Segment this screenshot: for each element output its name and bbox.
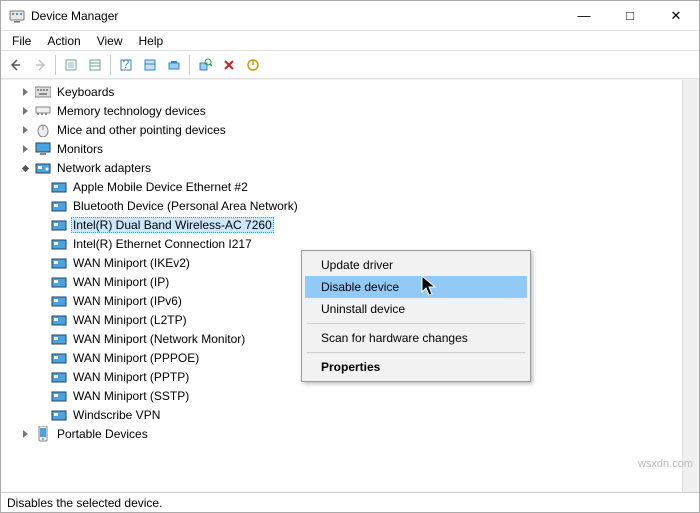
chevron-right-icon[interactable] <box>17 103 33 119</box>
tree-item-network[interactable]: Windscribe VPN <box>1 405 699 424</box>
tree-item-network[interactable]: WAN Miniport (SSTP) <box>1 386 699 405</box>
ctx-update-driver[interactable]: Update driver <box>305 254 527 276</box>
uninstall-button[interactable] <box>218 54 240 76</box>
scan-hardware-button[interactable] <box>194 54 216 76</box>
statusbar: Disables the selected device. <box>1 492 699 512</box>
monitor-icon <box>35 141 51 157</box>
tree-label: WAN Miniport (PPPOE) <box>71 350 201 366</box>
network-adapter-icon <box>35 160 51 176</box>
update-driver-button[interactable] <box>163 54 185 76</box>
network-adapter-icon <box>51 407 67 423</box>
scrollbar[interactable] <box>682 80 699 492</box>
network-adapter-icon <box>51 179 67 195</box>
tree-label: Windscribe VPN <box>71 407 162 423</box>
tree-category-memory[interactable]: Memory technology devices <box>1 101 699 120</box>
close-button[interactable]: ✕ <box>653 1 699 31</box>
tree-label: WAN Miniport (IPv6) <box>71 293 184 309</box>
show-hidden-button[interactable] <box>60 54 82 76</box>
tree-label: Apple Mobile Device Ethernet #2 <box>71 179 250 195</box>
chevron-right-icon[interactable] <box>17 122 33 138</box>
network-adapter-icon <box>51 217 67 233</box>
keyboard-icon <box>35 84 51 100</box>
ctx-properties[interactable]: Properties <box>305 356 527 378</box>
tree-category-monitors[interactable]: Monitors <box>1 139 699 158</box>
tree-label: Mice and other pointing devices <box>55 122 228 138</box>
status-text: Disables the selected device. <box>7 496 162 510</box>
tree-category-keyboards[interactable]: Keyboards <box>1 82 699 101</box>
device-tree[interactable]: Keyboards Memory technology devices Mice… <box>1 79 699 492</box>
titlebar[interactable]: Device Manager — □ ✕ <box>1 1 699 31</box>
ctx-uninstall-device[interactable]: Uninstall device <box>305 298 527 320</box>
tree-label: WAN Miniport (Network Monitor) <box>71 331 247 347</box>
network-adapter-icon <box>51 369 67 385</box>
memory-icon <box>35 103 51 119</box>
ctx-scan-hardware[interactable]: Scan for hardware changes <box>305 327 527 349</box>
maximize-button[interactable]: □ <box>607 1 653 31</box>
context-menu: Update driver Disable device Uninstall d… <box>301 250 531 382</box>
svg-text:?: ? <box>123 58 130 71</box>
menubar: File Action View Help <box>1 31 699 51</box>
tree-item-network[interactable]: Apple Mobile Device Ethernet #2 <box>1 177 699 196</box>
tree-label: WAN Miniport (IP) <box>71 274 171 290</box>
tree-label: Keyboards <box>55 84 116 100</box>
network-adapter-icon <box>51 388 67 404</box>
tree-label: Monitors <box>55 141 105 157</box>
network-adapter-icon <box>51 274 67 290</box>
view-button[interactable] <box>84 54 106 76</box>
window-title: Device Manager <box>31 9 561 23</box>
tree-category-network[interactable]: Network adapters <box>1 158 699 177</box>
tree-label: Intel(R) Ethernet Connection I217 <box>71 236 254 252</box>
toolbar: ? <box>1 51 699 79</box>
back-button[interactable] <box>5 54 27 76</box>
forward-button[interactable] <box>29 54 51 76</box>
mouse-icon <box>35 122 51 138</box>
network-adapter-icon <box>51 236 67 252</box>
menu-file[interactable]: File <box>5 33 38 49</box>
device-manager-window: Device Manager — □ ✕ File Action View He… <box>0 0 700 513</box>
tree-label: Portable Devices <box>55 426 150 442</box>
tree-label: Bluetooth Device (Personal Area Network) <box>71 198 300 214</box>
chevron-right-icon[interactable] <box>17 141 33 157</box>
help-button[interactable]: ? <box>115 54 137 76</box>
tree-item-network[interactable]: Bluetooth Device (Personal Area Network) <box>1 196 699 215</box>
ctx-disable-device[interactable]: Disable device <box>305 276 527 298</box>
chevron-right-icon[interactable] <box>17 426 33 442</box>
network-adapter-icon <box>51 198 67 214</box>
network-adapter-icon <box>51 255 67 271</box>
chevron-right-icon[interactable] <box>17 84 33 100</box>
network-adapter-icon <box>51 293 67 309</box>
tree-label: WAN Miniport (PPTP) <box>71 369 191 385</box>
menu-view[interactable]: View <box>90 33 130 49</box>
watermark: wsxdn.com <box>638 458 693 470</box>
tree-label: WAN Miniport (IKEv2) <box>71 255 192 271</box>
network-adapter-icon <box>51 331 67 347</box>
tree-label: Network adapters <box>55 160 153 176</box>
tree-label: WAN Miniport (L2TP) <box>71 312 189 328</box>
ctx-separator <box>307 352 525 353</box>
tree-label: Memory technology devices <box>55 103 208 119</box>
properties-button[interactable] <box>139 54 161 76</box>
disable-button[interactable] <box>242 54 264 76</box>
tree-category-mice[interactable]: Mice and other pointing devices <box>1 120 699 139</box>
portable-device-icon <box>35 426 51 442</box>
tree-category-portable[interactable]: Portable Devices <box>1 424 699 443</box>
tree-item-network-selected[interactable]: Intel(R) Dual Band Wireless-AC 7260 <box>1 215 699 234</box>
chevron-down-icon[interactable] <box>17 160 33 176</box>
tree-label: Intel(R) Dual Band Wireless-AC 7260 <box>71 217 274 233</box>
network-adapter-icon <box>51 312 67 328</box>
network-adapter-icon <box>51 350 67 366</box>
minimize-button[interactable]: — <box>561 1 607 31</box>
ctx-separator <box>307 323 525 324</box>
device-manager-icon <box>9 8 25 24</box>
menu-help[interactable]: Help <box>132 33 171 49</box>
tree-label: WAN Miniport (SSTP) <box>71 388 191 404</box>
menu-action[interactable]: Action <box>40 33 87 49</box>
